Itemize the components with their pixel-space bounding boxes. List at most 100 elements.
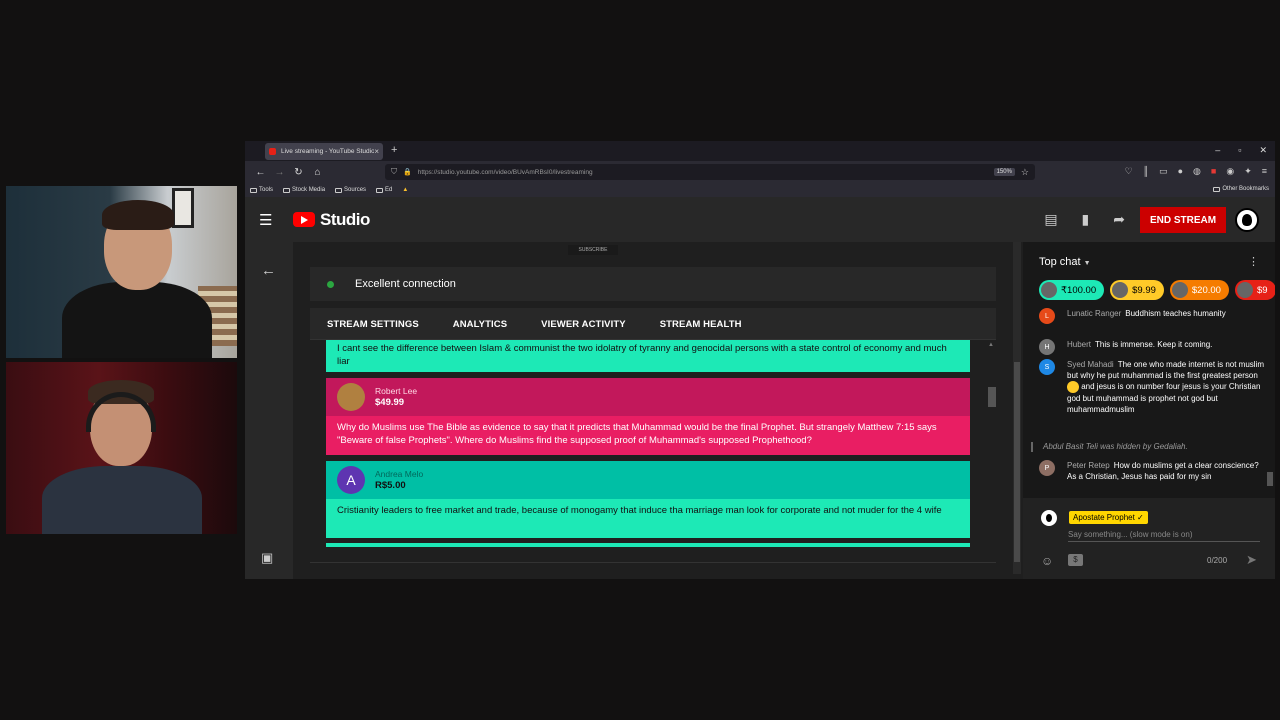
studio-logo[interactable]: Studio	[293, 210, 370, 230]
chat-message[interactable]: S Syed Mahadi The one who made internet i…	[1039, 359, 1265, 415]
bookmark-ed[interactable]: Ed	[376, 187, 392, 193]
back-arrow-icon[interactable]: ←	[261, 262, 276, 279]
puzzle-icon[interactable]: ✦	[1244, 166, 1252, 177]
superchat-scrollbar[interactable]	[988, 387, 996, 407]
tab-stream-health[interactable]: STREAM HEALTH	[660, 319, 742, 330]
browser-tab[interactable]: Live streaming - YouTube Studio ×	[265, 143, 383, 160]
user-name-badge: Apostate Prophet ✓	[1069, 511, 1148, 524]
chat-author: Syed Mahadi	[1067, 360, 1114, 369]
youtube-favicon-icon	[269, 148, 276, 155]
subscribe-preview: SUBSCRIBE	[568, 245, 618, 255]
nav-bar: ← → ↻ ⌂ ⛉ 🔒 https://studio.youtube.com/v…	[245, 161, 1275, 183]
superchat-card: I cant see the difference between Islam …	[326, 340, 970, 372]
library-icon[interactable]: ║	[1143, 166, 1149, 177]
end-stream-button[interactable]: END STREAM	[1140, 207, 1226, 233]
bookmark-sources[interactable]: Sources	[335, 187, 366, 193]
channel-avatar[interactable]	[1235, 208, 1259, 232]
chat-input-area: Apostate Prophet ✓ ☺ $ 0/200 ➤	[1023, 498, 1275, 579]
super-chat-icon[interactable]: $	[1068, 554, 1083, 566]
maximize-icon[interactable]: ▫	[1238, 145, 1241, 156]
avatar	[1041, 282, 1057, 298]
bookmark-star-icon[interactable]: ☆	[1021, 167, 1029, 178]
bookmark-tools[interactable]: Tools	[250, 187, 273, 193]
close-window-icon[interactable]: ✕	[1259, 145, 1267, 156]
forward-icon[interactable]: →	[270, 167, 289, 178]
bookmark-drive-icon[interactable]: ▲	[402, 187, 408, 193]
bookmark-icon[interactable]: ▮	[1082, 211, 1090, 228]
char-counter: 0/200	[1207, 556, 1228, 565]
minimize-icon[interactable]: –	[1215, 145, 1220, 156]
ticker-item[interactable]: ₹100.00	[1039, 280, 1105, 300]
chat-message-list: L Lunatic Ranger Buddhism teaches humanit…	[1023, 308, 1267, 498]
avatar: L	[1039, 308, 1055, 324]
feedback-icon[interactable]: ▣	[261, 550, 273, 566]
superchat-card: A Andrea Melo R$5.00 Cristianity leaders…	[326, 461, 970, 538]
chat-message[interactable]: H Hubert This is immense. Keep it coming.	[1039, 339, 1265, 355]
new-tab-button[interactable]: +	[391, 144, 397, 156]
main-panel: SUBSCRIBE Excellent connection STREAM SE…	[310, 242, 996, 563]
extension-icon[interactable]: ●	[1178, 166, 1183, 177]
chat-input[interactable]	[1068, 528, 1260, 542]
sidebar-icon[interactable]: ▭	[1159, 166, 1168, 177]
more-options-icon[interactable]: ⋮	[1248, 255, 1259, 268]
chat-message[interactable]: L Lunatic Ranger Buddhism teaches humanit…	[1039, 308, 1265, 324]
reload-icon[interactable]: ↻	[289, 167, 308, 178]
scrollbar-thumb[interactable]	[1014, 362, 1020, 562]
superchat-card: Robert Lee $49.99 Why do Muslims use The…	[326, 378, 970, 455]
user-avatar	[1041, 510, 1057, 526]
close-tab-icon[interactable]: ×	[374, 147, 379, 156]
tab-title: Live streaming - YouTube Studio	[281, 148, 375, 155]
page-scrollbar[interactable]	[1013, 242, 1021, 574]
send-icon[interactable]: ➤	[1246, 552, 1257, 568]
share-icon[interactable]: ➦	[1113, 211, 1125, 228]
chat-text: Buddhism teaches humanity	[1125, 309, 1226, 318]
avatar: A	[337, 466, 365, 494]
back-icon[interactable]: ←	[251, 167, 270, 178]
person-body	[42, 466, 202, 534]
scroll-up-icon[interactable]: ▲	[988, 342, 994, 348]
tab-stream-settings[interactable]: STREAM SETTINGS	[327, 319, 419, 330]
folder-icon	[283, 187, 291, 193]
hidden-message-note: Abdul Basit Teli was hidden by Gedaliah.	[1031, 442, 1265, 452]
hamburger-menu-icon[interactable]: ☰	[259, 211, 285, 229]
avatar-silhouette-icon	[1046, 514, 1052, 522]
folder-icon	[250, 187, 257, 193]
extension-red-icon[interactable]: ■	[1211, 166, 1216, 177]
emoji-picker-icon[interactable]: ☺	[1041, 554, 1053, 568]
chat-message[interactable]: P Peter Retep How do muslims get a clear …	[1039, 460, 1265, 482]
webcam-bottom	[6, 362, 237, 534]
ticker-item[interactable]: $20.00	[1169, 280, 1229, 300]
addon-icon[interactable]: ◉	[1226, 166, 1234, 177]
caret-down-icon: ▼	[1083, 260, 1091, 267]
zoom-badge[interactable]: 150%	[993, 168, 1015, 176]
account-icon[interactable]: ◍	[1193, 166, 1201, 177]
connection-text: Excellent connection	[355, 278, 456, 290]
avatar	[1236, 282, 1253, 298]
ticker-item[interactable]: $9.99	[1110, 280, 1164, 300]
menu-icon[interactable]: ≡	[1262, 166, 1267, 177]
studio-body: ← ▣ SUBSCRIBE Excellent connection STREA…	[245, 242, 1275, 579]
home-icon[interactable]: ⌂	[308, 167, 327, 178]
chat-text: This is immense. Keep it coming.	[1095, 340, 1213, 349]
chat-header: Top chat ▼ ⋮	[1023, 242, 1275, 280]
chat-scrollbar[interactable]	[1267, 302, 1273, 492]
ticker-item[interactable]: $9	[1234, 280, 1275, 300]
shield-icon: ⛉	[391, 167, 397, 176]
tab-analytics[interactable]: ANALYTICS	[453, 319, 507, 330]
bookmark-stock-media[interactable]: Stock Media	[283, 187, 325, 193]
superchat-message: I cant see the difference between Islam …	[337, 343, 947, 367]
pocket-icon[interactable]: ♡	[1125, 166, 1133, 177]
superchat-tickers: ₹100.00 $9.99 $20.00 $9	[1039, 280, 1275, 304]
chat-author: Peter Retep	[1067, 461, 1110, 470]
chat-mode-dropdown[interactable]: Top chat ▼	[1039, 256, 1091, 268]
header-icons: ▤ ▮ ➦	[1044, 211, 1125, 228]
connection-status: Excellent connection	[310, 267, 996, 301]
chat-author: Lunatic Ranger	[1067, 309, 1122, 318]
url-bar[interactable]: ⛉ 🔒 https://studio.youtube.com/video/BUv…	[385, 164, 1035, 180]
clapperboard-icon[interactable]: ▤	[1044, 211, 1057, 228]
avatar: H	[1039, 339, 1055, 355]
other-bookmarks[interactable]: Other Bookmarks	[1213, 186, 1269, 192]
scrollbar-thumb[interactable]	[1267, 472, 1273, 486]
tab-viewer-activity[interactable]: VIEWER ACTIVITY	[541, 319, 626, 330]
lock-icon: 🔒	[403, 169, 412, 176]
